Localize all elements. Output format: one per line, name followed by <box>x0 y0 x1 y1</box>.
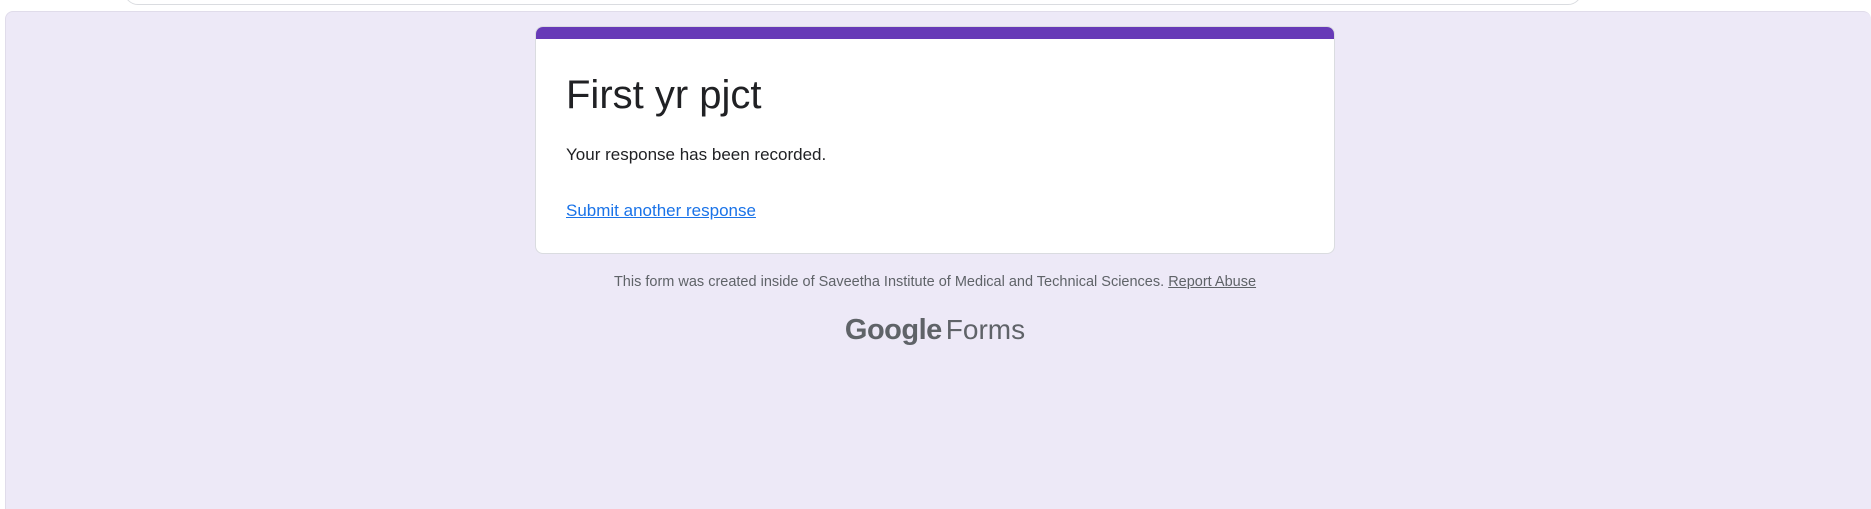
card-accent-bar <box>536 27 1334 39</box>
google-forms-logo[interactable]: Google Forms <box>535 314 1335 347</box>
footer-created-inside-text: This form was created inside of Saveetha… <box>613 274 1165 290</box>
confirmation-message: Your response has been recorded. <box>566 145 827 164</box>
footer-note: This form was created inside of Saveetha… <box>535 274 1335 290</box>
form-title: First yr pjct <box>566 73 762 117</box>
top-toolbar-edge <box>124 0 1582 5</box>
forms-wordmark: Forms <box>945 314 1026 345</box>
report-abuse-link[interactable]: Report Abuse <box>1168 274 1256 290</box>
response-confirmation-card: First yr pjct Your response has been rec… <box>535 26 1335 254</box>
submit-another-response-link[interactable]: Submit another response <box>566 201 756 221</box>
google-wordmark: Google <box>844 314 942 346</box>
